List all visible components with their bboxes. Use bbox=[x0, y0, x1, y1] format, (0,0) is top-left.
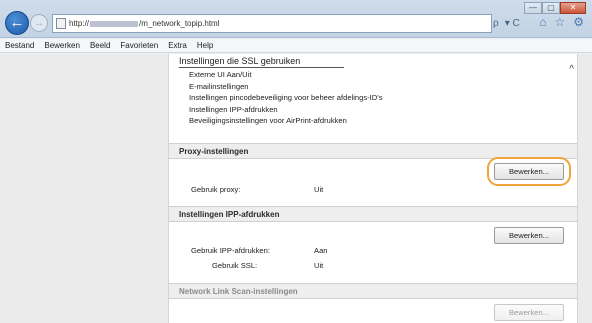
maximize-button[interactable]: ▢ bbox=[542, 2, 560, 14]
list-item: Externe UI Aan/Uit bbox=[189, 70, 252, 79]
list-item: E-mailinstellingen bbox=[189, 81, 249, 91]
list-item: Instellingen pincodebeveiliging voor beh… bbox=[189, 93, 383, 103]
toolbar-icons: ⌂ ☆ ⚙ bbox=[539, 15, 584, 29]
proxy-use-value: Uit bbox=[314, 185, 324, 194]
back-arrow-icon[interactable]: ← bbox=[5, 11, 29, 35]
menu-bar: Bestand Bewerken Beeld Favorieten Extra … bbox=[0, 39, 592, 53]
forward-arrow-icon[interactable]: → bbox=[30, 14, 48, 32]
ipp-ssl-label: Gebruik SSL: bbox=[212, 261, 258, 270]
menu-item-file[interactable]: Bestand bbox=[5, 39, 34, 52]
close-button[interactable]: ✕ bbox=[560, 2, 586, 14]
minimize-button[interactable]: — bbox=[524, 2, 542, 14]
proxy-edit-button[interactable]: Bewerken... bbox=[494, 163, 564, 180]
settings-page: ^ Instellingen die SSL gebruiken Externe… bbox=[168, 54, 578, 323]
menu-item-tools[interactable]: Extra bbox=[168, 39, 187, 52]
ipp-edit-button[interactable]: Bewerken... bbox=[494, 227, 564, 244]
ipp-ssl-value: Uit bbox=[314, 261, 324, 270]
scroll-up-caret-icon[interactable]: ^ bbox=[569, 64, 574, 75]
home-icon[interactable]: ⌂ bbox=[539, 15, 546, 29]
window-controls: — ▢ ✕ bbox=[524, 2, 586, 14]
list-item: Instellingen IPP-afdrukken bbox=[189, 104, 278, 114]
url-suffix: /m_network_topip.html bbox=[139, 19, 220, 28]
menu-item-edit[interactable]: Bewerken bbox=[44, 39, 80, 52]
ipp-section-title: Instellingen IPP-afdrukken bbox=[169, 206, 577, 222]
ssl-list: Externe UI Aan/Uit E-mailinstellingen In… bbox=[189, 69, 383, 127]
menu-item-view[interactable]: Beeld bbox=[90, 39, 110, 52]
settings-gear-icon[interactable]: ⚙ bbox=[573, 15, 584, 29]
network-link-edit-button[interactable]: Bewerken... bbox=[494, 304, 564, 321]
page-viewport: ^ Instellingen die SSL gebruiken Externe… bbox=[0, 54, 592, 323]
address-tools: ρ ▾ C bbox=[493, 14, 520, 33]
url-prefix: http:// bbox=[69, 19, 90, 28]
ipp-use-value: Aan bbox=[314, 246, 328, 255]
proxy-use-label: Gebruik proxy: bbox=[191, 185, 241, 194]
ssl-heading: Instellingen die SSL gebruiken bbox=[179, 56, 345, 68]
ipp-use-label: Gebruik IPP-afdrukken: bbox=[191, 246, 270, 255]
search-icon[interactable]: ρ bbox=[493, 18, 499, 29]
address-bar[interactable]: http:// /m_network_topip.html bbox=[52, 14, 492, 33]
favorites-star-icon[interactable]: ☆ bbox=[554, 15, 565, 29]
menu-item-favorites[interactable]: Favorieten bbox=[120, 39, 158, 52]
refresh-icon[interactable]: ▾ C bbox=[505, 18, 520, 29]
menu-item-help[interactable]: Help bbox=[197, 39, 213, 52]
network-link-section-title: Network Link Scan-instellingen bbox=[169, 283, 577, 299]
redacted-host bbox=[90, 20, 139, 27]
browser-titlebar: — ▢ ✕ ← → http:// /m_network_topip.html ρ… bbox=[0, 0, 592, 38]
list-item: Beveiligingsinstellingen voor AirPrint-a… bbox=[189, 116, 347, 126]
page-icon bbox=[56, 18, 66, 29]
